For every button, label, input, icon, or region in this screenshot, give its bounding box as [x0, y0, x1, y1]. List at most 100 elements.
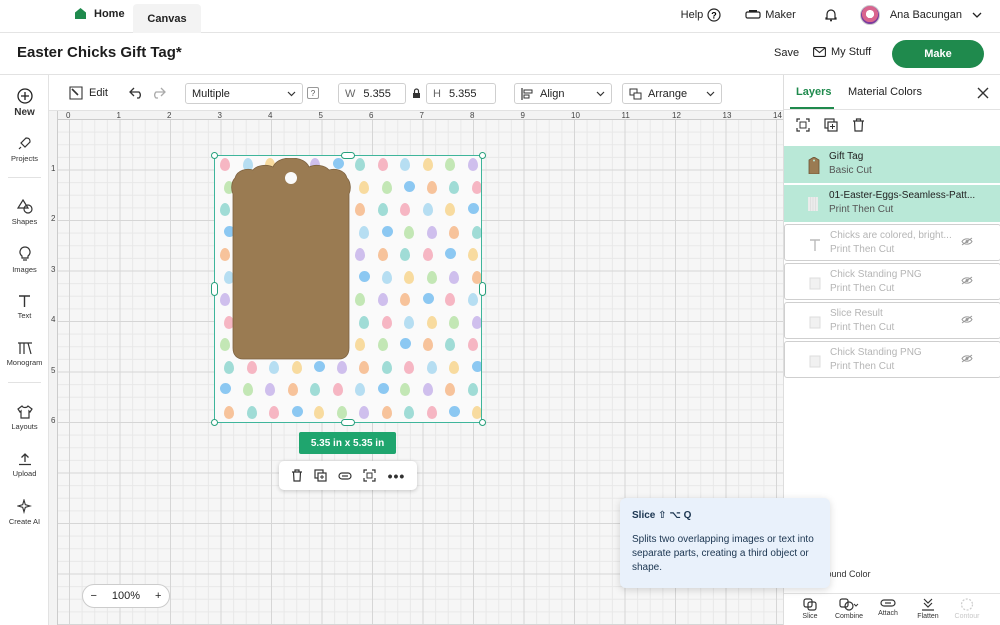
layer-operation: Print Then Cut [830, 361, 895, 372]
width-label: W [345, 87, 356, 100]
avatar[interactable] [859, 5, 880, 25]
operation-dropdown[interactable]: Multiple [185, 83, 303, 104]
home-label: Home [94, 7, 125, 20]
home-link[interactable]: Home [74, 7, 125, 20]
align-dropdown[interactable]: Align [514, 83, 612, 104]
arrange-dropdown[interactable]: Arrange [622, 83, 722, 104]
resize-handle[interactable] [211, 152, 218, 159]
zoom-out-button[interactable]: − [90, 590, 96, 602]
sidebar-item-label: Images [12, 265, 37, 274]
ruler-top-label: 9 [520, 111, 525, 120]
layer-name: Gift Tag [829, 151, 864, 162]
upload-icon [18, 453, 31, 466]
ruler-left-label: 4 [51, 315, 56, 324]
maker-button[interactable]: Maker [745, 9, 796, 21]
eye-hidden-icon[interactable] [961, 315, 973, 324]
bell-icon[interactable] [824, 8, 838, 22]
width-value[interactable]: 5.355 [363, 88, 391, 100]
close-icon[interactable] [977, 87, 989, 99]
flatten-button[interactable]: Flatten [908, 598, 948, 620]
help-icon[interactable]: ? [307, 87, 319, 99]
layer-item-chicks-text[interactable]: Chicks are colored, bright... Print Then… [784, 224, 1000, 261]
sidebar-item-new[interactable]: New [0, 88, 49, 118]
save-button[interactable]: Save [774, 47, 799, 59]
chevron-down-icon[interactable] [972, 12, 982, 19]
layer-item-slice-result[interactable]: Slice Result Print Then Cut [784, 302, 1000, 339]
zoom-value: 100% [111, 590, 141, 602]
sidebar-item-images[interactable]: Images [0, 246, 49, 274]
ruler-top-label: 10 [571, 111, 580, 120]
chevron-down-icon [706, 91, 715, 96]
object-action-bar: ••• [279, 461, 417, 490]
user-name[interactable]: Ana Bacungan [890, 9, 962, 21]
slice-button[interactable]: Slice [790, 598, 830, 620]
sidebar-item-upload[interactable]: Upload [0, 452, 49, 478]
make-button[interactable]: Make [892, 40, 984, 68]
attach-button[interactable]: Attach [868, 598, 908, 617]
sidebar-item-layouts[interactable]: Layouts [0, 405, 49, 431]
tab-layers[interactable]: Layers [796, 86, 831, 98]
resize-handle[interactable] [479, 152, 486, 159]
combine-button[interactable]: Combine [829, 598, 869, 620]
machine-icon [745, 10, 761, 19]
ruler-top-label: 1 [116, 111, 121, 120]
attach-icon[interactable] [338, 471, 352, 481]
resize-handle[interactable] [341, 152, 355, 159]
edit-icon [69, 86, 83, 100]
layer-operation: Print Then Cut [829, 204, 894, 215]
lock-icon[interactable] [412, 88, 421, 99]
layer-item-chick-standing-2[interactable]: Chick Standing PNG Print Then Cut [784, 341, 1000, 378]
tab-material-colors[interactable]: Material Colors [848, 86, 922, 98]
ruler-left-label: 6 [51, 416, 56, 425]
group-icon[interactable] [796, 118, 810, 132]
duplicate-icon[interactable] [314, 469, 327, 482]
left-sidebar: New Projects Shapes Images Text Monogram… [0, 75, 49, 625]
layer-item-easter-eggs[interactable]: 01-Easter-Eggs-Seamless-Patt... Print Th… [784, 185, 1000, 222]
resize-handle[interactable] [211, 419, 218, 426]
zoom-in-button[interactable]: + [155, 590, 161, 602]
my-stuff-button[interactable]: My Stuff [813, 46, 871, 58]
ruler-top-label: 13 [722, 111, 732, 120]
eye-hidden-icon[interactable] [961, 354, 973, 363]
height-label: H [433, 87, 441, 100]
panel-tabs: Layers Material Colors [784, 75, 1000, 110]
flatten-label: Flatten [917, 613, 939, 620]
duplicate-icon[interactable] [824, 118, 838, 132]
text-thumbnail-icon [810, 239, 820, 251]
sidebar-item-monogram[interactable]: Monogram [0, 341, 49, 367]
layer-item-gift-tag[interactable]: Gift Tag Basic Cut [784, 146, 1000, 183]
eye-hidden-icon[interactable] [961, 276, 973, 285]
sidebar-item-create-ai[interactable]: Create AI [0, 499, 49, 526]
tab-canvas-label: Canvas [147, 12, 187, 25]
title-bar: Easter Chicks Gift Tag* Save My Stuff Ma… [0, 33, 1000, 75]
arrange-label: Arrange [648, 87, 688, 100]
edit-button[interactable]: Edit [69, 86, 108, 100]
resize-handle[interactable] [341, 419, 355, 426]
height-field[interactable]: H 5.355 [426, 83, 496, 104]
contour-button[interactable]: Contour [947, 598, 987, 620]
height-value[interactable]: 5.355 [449, 88, 477, 100]
trash-icon[interactable] [291, 469, 303, 482]
eye-hidden-icon[interactable] [961, 237, 973, 246]
sidebar-item-projects[interactable]: Projects [0, 136, 49, 163]
layer-item-chick-standing[interactable]: Chick Standing PNG Print Then Cut [784, 263, 1000, 300]
group-icon[interactable] [363, 469, 376, 482]
resize-handle[interactable] [479, 282, 486, 296]
undo-icon[interactable] [129, 87, 144, 99]
more-icon[interactable]: ••• [388, 468, 406, 484]
sidebar-item-shapes[interactable]: Shapes [0, 199, 49, 226]
tab-canvas[interactable]: Canvas [133, 4, 201, 33]
help-button[interactable]: Help ? [681, 8, 722, 22]
layer-operation: Print Then Cut [830, 322, 895, 333]
arrange-dropdown-content: Arrange [629, 88, 687, 100]
resize-handle[interactable] [479, 419, 486, 426]
resize-handle[interactable] [211, 282, 218, 296]
width-field[interactable]: W 5.355 [338, 83, 406, 104]
size-badge: 5.35 in x 5.35 in [299, 432, 396, 454]
trash-icon[interactable] [852, 118, 865, 132]
sidebar-item-text[interactable]: Text [0, 294, 49, 320]
redo-icon[interactable] [151, 87, 166, 99]
contour-icon [960, 598, 974, 611]
slice-label: Slice [802, 613, 818, 620]
arrange-icon [629, 88, 642, 99]
